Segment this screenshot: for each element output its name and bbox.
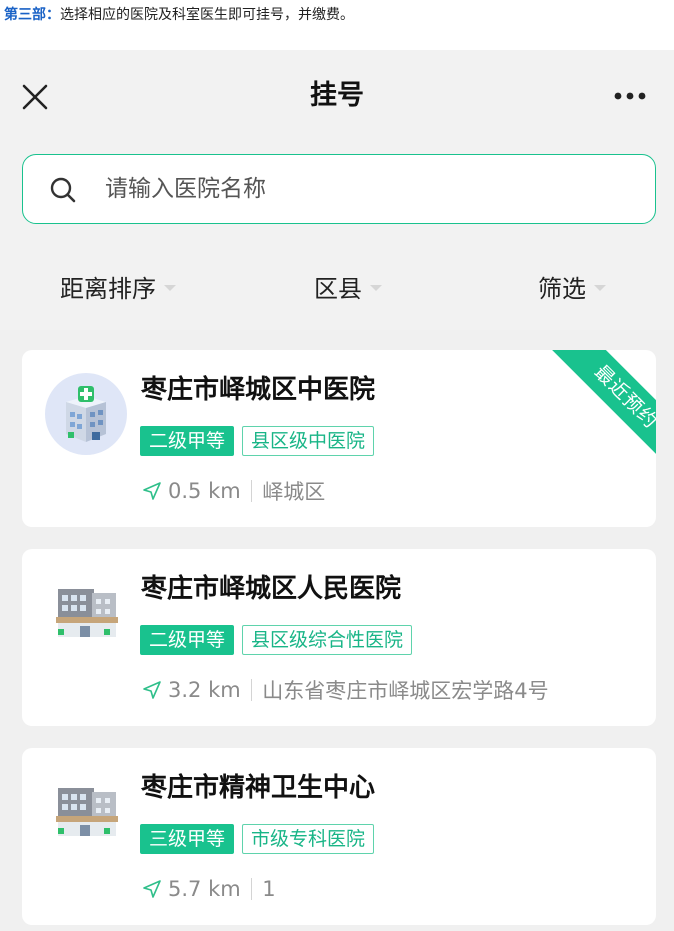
search-input[interactable] [105, 169, 605, 209]
hospital-card[interactable]: 枣庄市峄城区中医院 二级甲等 县区级中医院 0.5 km 峄城区 最近预约 [22, 350, 656, 527]
hospital-card[interactable]: 枣庄市精神卫生中心 三级甲等 市级专科医院 5.7 km 1 [22, 748, 656, 925]
instruction-caption: 第三部：选择相应的医院及科室医生即可挂号，并缴费。 [4, 4, 354, 26]
hospital-distance: 0.5 km [168, 479, 241, 503]
hospital-type-badge: 县区级综合性医院 [242, 625, 413, 655]
mobile-screen: 挂号 距离排序 区县 筛选 [0, 50, 674, 931]
hospital-card[interactable]: 枣庄市峄城区人民医院 二级甲等 县区级综合性医院 3.2 km 山东省枣庄市峄城… [22, 549, 656, 726]
filter-label: 距离排序 [60, 274, 156, 303]
more-dots-icon[interactable] [610, 84, 650, 108]
hospital-round-icon [45, 373, 127, 455]
hospital-name: 枣庄市峄城区中医院 [141, 375, 376, 405]
hospital-location: 峄城区 [262, 480, 326, 504]
hospital-level-badge: 二级甲等 [140, 426, 235, 456]
filter-bar: 距离排序 区县 筛选 [0, 250, 674, 326]
caption-step-label: 第三部： [4, 7, 60, 23]
filter-sort-distance[interactable]: 距离排序 [60, 264, 176, 308]
navigation-bar: 挂号 [0, 50, 674, 142]
hospital-tags: 二级甲等 县区级综合性医院 [140, 625, 413, 655]
hospital-type-badge: 县区级中医院 [242, 426, 375, 456]
hospital-meta: 0.5 km 峄城区 [142, 474, 325, 508]
page-title: 挂号 [310, 80, 364, 111]
ribbon-label: 最近预约 [548, 350, 656, 474]
hospital-name: 枣庄市精神卫生中心 [141, 773, 376, 803]
chevron-down-icon [594, 284, 606, 291]
filter-label: 筛选 [538, 274, 586, 303]
hospital-location: 1 [262, 877, 276, 901]
clinic-building-icon [56, 589, 118, 637]
location-arrow-icon [143, 482, 161, 500]
filter-label: 区县 [314, 274, 362, 303]
hospital-tags: 三级甲等 市级专科医院 [140, 824, 375, 854]
search-icon [50, 177, 76, 203]
hospital-location: 山东省枣庄市峄城区宏学路4号 [262, 679, 549, 703]
recent-booking-ribbon: 最近预约 [532, 350, 656, 474]
hospital-list: 枣庄市峄城区中医院 二级甲等 县区级中医院 0.5 km 峄城区 最近预约 枣庄… [0, 330, 674, 931]
filter-screen[interactable]: 筛选 [538, 264, 606, 308]
divider [250, 480, 253, 502]
hospital-type-badge: 市级专科医院 [242, 824, 375, 854]
divider [250, 679, 253, 701]
location-arrow-icon [143, 880, 161, 898]
filter-district[interactable]: 区县 [314, 264, 382, 308]
hospital-distance: 3.2 km [168, 678, 241, 702]
caption-text: 选择相应的医院及科室医生即可挂号，并缴费。 [60, 7, 354, 23]
hospital-distance: 5.7 km [168, 877, 241, 901]
hospital-tags: 二级甲等 县区级中医院 [140, 426, 375, 456]
location-arrow-icon [143, 681, 161, 699]
chevron-down-icon [164, 284, 176, 291]
divider [250, 878, 253, 900]
hospital-level-badge: 二级甲等 [140, 625, 235, 655]
hospital-level-badge: 三级甲等 [140, 824, 235, 854]
hospital-name: 枣庄市峄城区人民医院 [141, 574, 402, 604]
search-box[interactable] [22, 154, 656, 224]
hospital-meta: 3.2 km 山东省枣庄市峄城区宏学路4号 [142, 673, 549, 707]
clinic-building-icon [56, 788, 118, 836]
hospital-meta: 5.7 km 1 [142, 872, 276, 906]
chevron-down-icon [370, 284, 382, 291]
